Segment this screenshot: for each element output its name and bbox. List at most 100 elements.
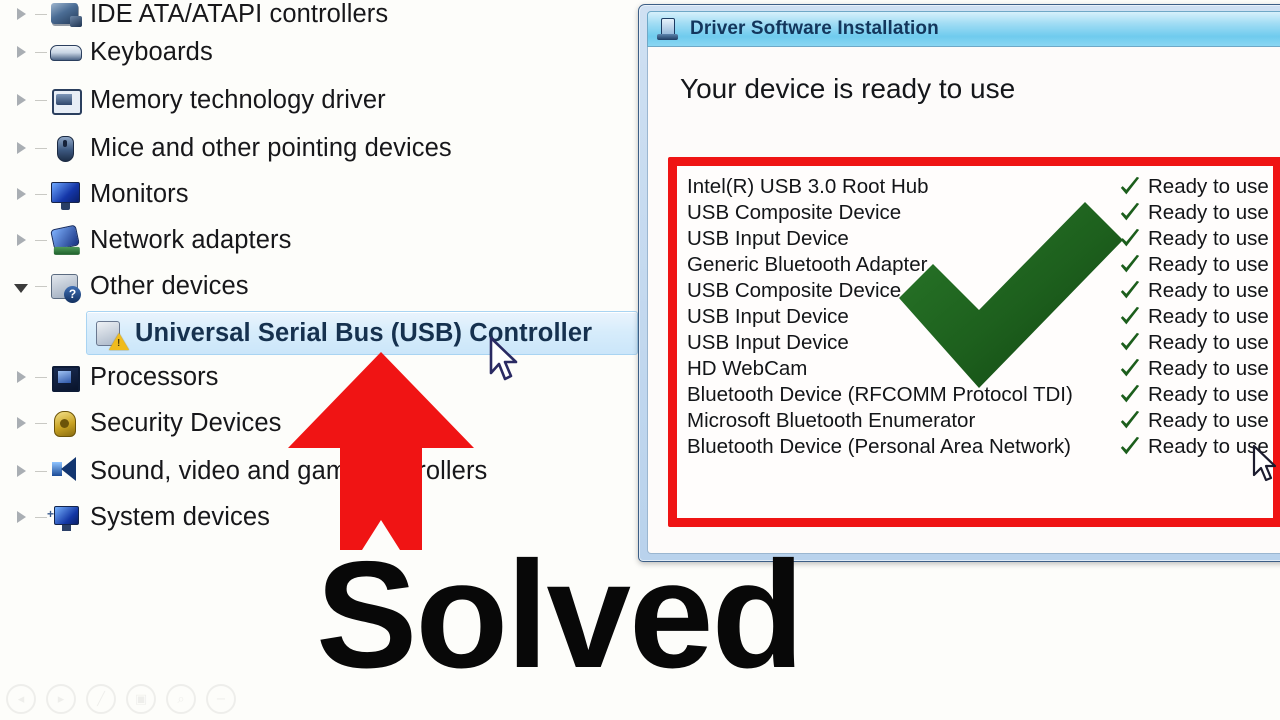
- expander-collapsed-icon[interactable]: [8, 511, 34, 523]
- device-status-row: USB Composite Device Ready to use: [687, 278, 1269, 304]
- tree-item-label: Other devices: [90, 271, 249, 300]
- unknown-device-warning-icon: [93, 318, 129, 350]
- device-status-row: USB Input Device Ready to use: [687, 330, 1269, 356]
- device-name: USB Composite Device: [687, 201, 902, 224]
- driver-install-icon: [656, 17, 680, 41]
- green-check-icon: [1120, 410, 1140, 429]
- expander-collapsed-icon[interactable]: [8, 142, 34, 154]
- device-status: Ready to use: [1119, 305, 1269, 329]
- expander-expanded-icon[interactable]: [8, 279, 34, 293]
- tree-item-memory-technology-driver[interactable]: Memory technology driver: [0, 78, 386, 122]
- monitor-icon: [48, 179, 82, 210]
- tree-connector: [35, 422, 47, 424]
- device-name: USB Composite Device: [687, 279, 902, 302]
- device-status-label: Ready to use: [1148, 409, 1269, 432]
- device-status-list: Intel(R) USB 3.0 Root Hub Ready to use U…: [687, 174, 1269, 514]
- device-status-label: Ready to use: [1148, 175, 1269, 198]
- expander-collapsed-icon[interactable]: [8, 188, 34, 200]
- tree-connector: [35, 99, 47, 101]
- device-status-label: Ready to use: [1148, 305, 1269, 328]
- tree-connector: [35, 193, 47, 195]
- device-status-label: Ready to use: [1148, 383, 1269, 406]
- device-status-label: Ready to use: [1148, 201, 1269, 224]
- green-check-icon: [1120, 306, 1140, 325]
- device-name: USB Input Device: [687, 227, 849, 250]
- device-status: Ready to use: [1119, 279, 1269, 303]
- security-device-icon: [48, 408, 82, 438]
- tree-item-label: Processors: [90, 362, 219, 391]
- mouse-icon: [48, 133, 82, 163]
- green-check-icon: [1120, 228, 1140, 247]
- memory-technology-icon: [48, 85, 82, 115]
- expander-collapsed-icon[interactable]: [8, 371, 34, 383]
- expander-collapsed-icon[interactable]: [8, 8, 34, 20]
- tree-connector: [35, 470, 47, 472]
- tree-connector: [35, 147, 47, 149]
- green-check-icon: [1120, 254, 1140, 273]
- device-status-row: USB Composite Device Ready to use: [687, 200, 1269, 226]
- keyboard-icon: [48, 37, 82, 67]
- green-check-icon: [1120, 358, 1140, 377]
- next-icon: ▸: [46, 684, 76, 714]
- tree-item-keyboards[interactable]: Keyboards: [0, 30, 213, 74]
- tree-item-label: Keyboards: [90, 37, 213, 66]
- device-status-label: Ready to use: [1148, 331, 1269, 354]
- expander-collapsed-icon[interactable]: [8, 46, 34, 58]
- tree-item-processors[interactable]: Processors: [0, 355, 219, 399]
- device-status: Ready to use: [1119, 227, 1269, 251]
- tree-item-system-devices[interactable]: + System devices: [0, 495, 270, 539]
- tree-connector: [35, 13, 47, 15]
- solved-caption: Solved: [316, 530, 804, 700]
- ide-controller-icon: [48, 0, 82, 29]
- dialog-title-bar[interactable]: Driver Software Installation: [647, 11, 1280, 47]
- device-status-row: Bluetooth Device (RFCOMM Protocol TDI) R…: [687, 382, 1269, 408]
- device-name: Generic Bluetooth Adapter: [687, 253, 928, 276]
- green-check-icon: [1120, 280, 1140, 299]
- tree-item-label: Mice and other pointing devices: [90, 133, 452, 162]
- minus-icon: −: [206, 684, 236, 714]
- device-name: USB Input Device: [687, 331, 849, 354]
- tree-item-label: Monitors: [90, 179, 189, 208]
- device-status-label: Ready to use: [1148, 227, 1269, 250]
- expander-collapsed-icon[interactable]: [8, 234, 34, 246]
- tree-item-network-adapters[interactable]: Network adapters: [0, 218, 291, 262]
- green-check-icon: [1120, 384, 1140, 403]
- device-name: Intel(R) USB 3.0 Root Hub: [687, 175, 929, 198]
- tree-item-label: Security Devices: [90, 408, 282, 437]
- network-adapter-icon: [48, 224, 82, 255]
- camera-icon: ▣: [126, 684, 156, 714]
- tree-item-label: Memory technology driver: [90, 85, 386, 114]
- tree-connector: [35, 285, 47, 287]
- other-devices-icon: [48, 271, 82, 303]
- green-check-icon: [1120, 202, 1140, 221]
- device-status-row: USB Input Device Ready to use: [687, 304, 1269, 330]
- device-name: Bluetooth Device (Personal Area Network): [687, 435, 1071, 458]
- watermark-toolbar: ◂ ▸ ╱ ▣ ⌕ −: [6, 684, 236, 714]
- tree-item-security-devices[interactable]: Security Devices: [0, 401, 282, 445]
- device-status-label: Ready to use: [1148, 279, 1269, 302]
- tree-item-universal-serial-bus-usb-controller[interactable]: Universal Serial Bus (USB) Controller: [86, 311, 638, 355]
- tree-item-mice-and-other-pointing-devices[interactable]: Mice and other pointing devices: [0, 126, 452, 170]
- tree-item-label: IDE ATA/ATAPI controllers: [90, 0, 389, 28]
- expander-collapsed-icon[interactable]: [8, 465, 34, 477]
- red-up-arrow-annotation: [288, 352, 474, 550]
- device-status-row: Microsoft Bluetooth Enumerator Ready to …: [687, 408, 1269, 434]
- tree-connector: [35, 376, 47, 378]
- device-status-row: USB Input Device Ready to use: [687, 226, 1269, 252]
- device-status: Ready to use: [1119, 175, 1269, 199]
- tree-item-monitors[interactable]: Monitors: [0, 172, 189, 216]
- zoom-icon: ⌕: [166, 684, 196, 714]
- device-status-row: Bluetooth Device (Personal Area Network)…: [687, 434, 1269, 460]
- expander-collapsed-icon[interactable]: [8, 417, 34, 429]
- tree-item-other-devices[interactable]: Other devices: [0, 264, 249, 308]
- pen-icon: ╱: [86, 684, 116, 714]
- device-status: Ready to use: [1119, 409, 1269, 433]
- device-name: HD WebCam: [687, 357, 808, 380]
- tree-item-label: System devices: [90, 502, 270, 531]
- green-check-icon: [1120, 176, 1140, 195]
- device-status: Ready to use: [1119, 357, 1269, 381]
- device-status: Ready to use: [1119, 253, 1269, 277]
- driver-software-installation-dialog[interactable]: Driver Software Installation Your device…: [638, 4, 1280, 562]
- expander-collapsed-icon[interactable]: [8, 94, 34, 106]
- processor-icon: [48, 362, 82, 392]
